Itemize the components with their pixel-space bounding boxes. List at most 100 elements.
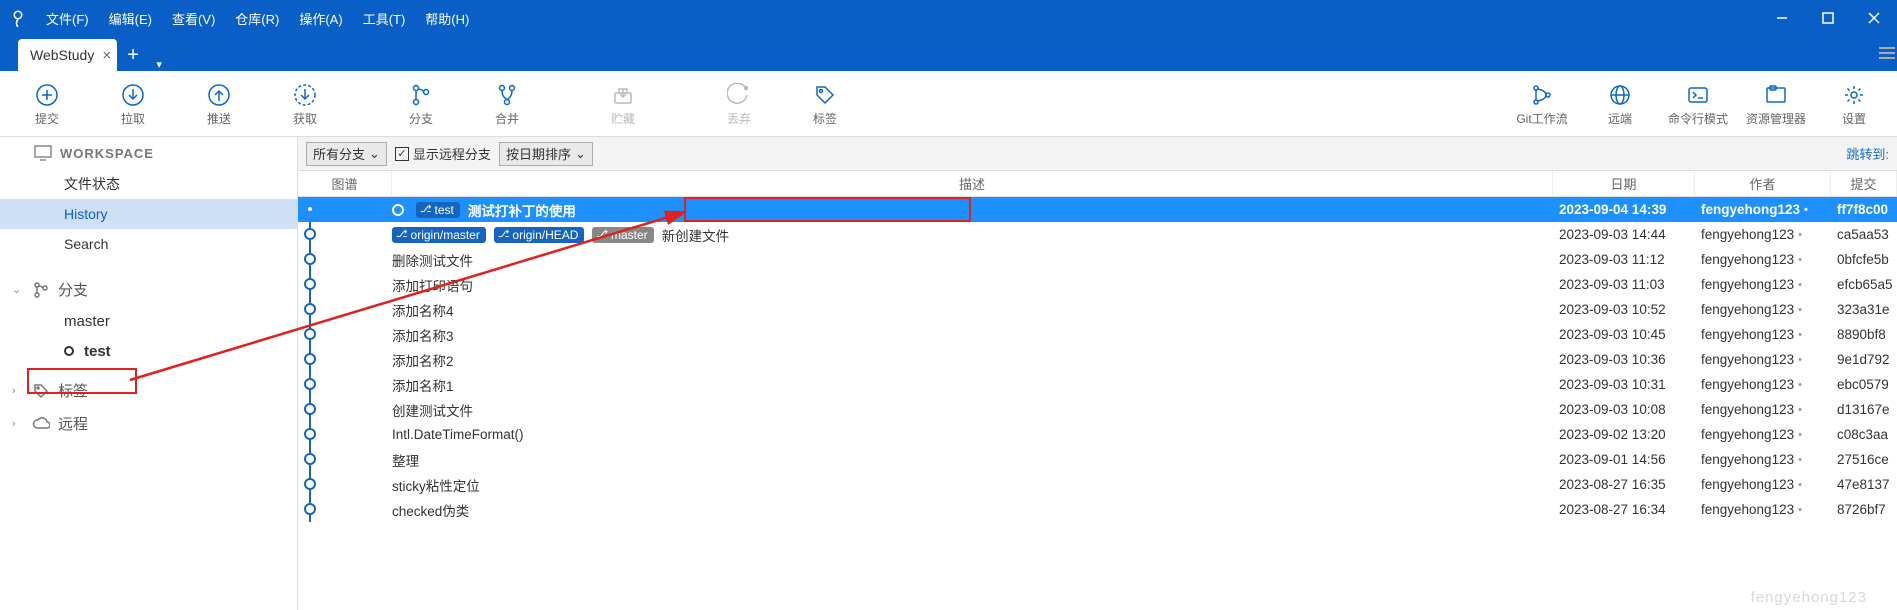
branch-tag: ⎇origin/HEAD	[494, 227, 585, 243]
menu-view[interactable]: 查看(V)	[162, 0, 225, 36]
commit-row[interactable]: 创建测试文件2023-09-03 10:08fengyehong123•d131…	[298, 397, 1897, 422]
menu-tool[interactable]: 工具(T)	[353, 0, 416, 36]
menu-action[interactable]: 操作(A)	[289, 0, 352, 36]
commit-row[interactable]: 删除测试文件2023-09-03 11:12fengyehong123•0bfc…	[298, 247, 1897, 272]
commit-date: 2023-09-03 10:52	[1553, 302, 1695, 317]
commit-row[interactable]: checked伪类2023-08-27 16:34fengyehong123•8…	[298, 497, 1897, 522]
commit-message: 创建测试文件	[392, 400, 473, 420]
pull-button[interactable]: 拉取	[90, 71, 176, 137]
current-branch-dot	[64, 346, 74, 356]
branch-icon	[32, 281, 50, 299]
commit-row[interactable]: 添加名称22023-09-03 10:36fengyehong123•9e1d7…	[298, 347, 1897, 372]
commit-author: fengyehong123•	[1695, 327, 1831, 342]
graph-node	[304, 453, 316, 465]
main-panel: 图谱 描述 日期 作者 提交 ⎇test测试打补丁的使用2023-09-04 1…	[298, 137, 1897, 610]
remote-button[interactable]: 远端	[1581, 71, 1659, 137]
stash-button[interactable]: 贮藏	[580, 71, 666, 137]
commit-message: 添加名称1	[392, 375, 454, 395]
tag-icon	[32, 382, 50, 400]
head-indicator	[392, 204, 404, 216]
commit-date: 2023-09-02 13:20	[1553, 427, 1695, 442]
header-desc[interactable]: 描述	[392, 171, 1553, 196]
commit-row[interactable]: 整理2023-09-01 14:56fengyehong123•27516ce	[298, 447, 1897, 472]
commit-message: 删除测试文件	[392, 250, 473, 270]
commit-author: fengyehong123•	[1695, 252, 1831, 267]
commit-row[interactable]: 添加名称32023-09-03 10:45fengyehong123•8890b…	[298, 322, 1897, 347]
sort-select[interactable]: 按日期排序⌄	[499, 142, 593, 166]
graph-node	[304, 353, 316, 365]
show-remote-checkbox[interactable]: ✓显示远程分支	[395, 144, 491, 163]
table-header: 图谱 描述 日期 作者 提交	[298, 171, 1897, 197]
sidebar-tags-group[interactable]: › 标签	[0, 374, 297, 407]
header-date[interactable]: 日期	[1553, 171, 1695, 196]
branch-tag: ⎇test	[416, 202, 460, 218]
header-author[interactable]: 作者	[1695, 171, 1831, 196]
monitor-icon	[34, 145, 52, 161]
commit-author: fengyehong123•	[1695, 377, 1831, 392]
fetch-button[interactable]: 获取	[262, 71, 348, 137]
commit-hash: 8726bf7	[1831, 502, 1897, 517]
commit-row[interactable]: 添加名称42023-09-03 10:52fengyehong123•323a3…	[298, 297, 1897, 322]
menu-file[interactable]: 文件(F)	[36, 0, 99, 36]
chevron-right-icon: ›	[12, 418, 24, 430]
commit-hash: c08c3aa	[1831, 427, 1897, 442]
header-commit[interactable]: 提交	[1831, 171, 1897, 196]
branch-button[interactable]: 分支	[378, 71, 464, 137]
terminal-button[interactable]: 命令行模式	[1659, 71, 1737, 137]
commit-list: ⎇test测试打补丁的使用2023-09-04 14:39fengyehong1…	[298, 197, 1897, 522]
sidebar-remotes-group[interactable]: › 远程	[0, 407, 297, 440]
graph-node	[304, 478, 316, 490]
close-button[interactable]	[1851, 0, 1897, 36]
commit-author: fengyehong123•	[1695, 427, 1831, 442]
commit-date: 2023-09-01 14:56	[1553, 452, 1695, 467]
new-tab-button[interactable]: +	[117, 39, 149, 71]
push-button[interactable]: 推送	[176, 71, 262, 137]
settings-button[interactable]: 设置	[1815, 71, 1893, 137]
commit-row[interactable]: ⎇origin/master⎇origin/HEAD⎇master新创建文件20…	[298, 222, 1897, 247]
minimize-button[interactable]	[1759, 0, 1805, 36]
graph-node	[304, 403, 316, 415]
commit-message: 添加名称3	[392, 325, 454, 345]
commit-author: fengyehong123•	[1695, 227, 1831, 242]
header-graph[interactable]: 图谱	[298, 171, 392, 196]
commit-date: 2023-09-03 11:12	[1553, 252, 1695, 267]
gitflow-button[interactable]: Git工作流	[1503, 71, 1581, 137]
commit-row[interactable]: ⎇test测试打补丁的使用2023-09-04 14:39fengyehong1…	[298, 197, 1897, 222]
tab-dropdown[interactable]: ▾	[149, 58, 169, 71]
sidebar-branches-group[interactable]: ⌄ 分支	[0, 273, 297, 306]
jump-to-link[interactable]: 跳转到:	[1846, 144, 1889, 163]
sidebar-history[interactable]: History	[0, 199, 297, 229]
commit-hash: efcb65a5	[1831, 277, 1897, 292]
sidebar-file-status[interactable]: 文件状态	[0, 169, 297, 199]
commit-message: 整理	[392, 450, 419, 470]
commit-author: fengyehong123•	[1695, 502, 1831, 517]
filter-bar: 所有分支⌄ ✓显示远程分支 按日期排序⌄ 跳转到:	[298, 137, 1897, 171]
repo-tab[interactable]: WebStudy ×	[18, 39, 117, 71]
commit-date: 2023-09-03 10:08	[1553, 402, 1695, 417]
tag-button[interactable]: 标签	[782, 71, 868, 137]
hamburger-icon[interactable]	[1879, 46, 1895, 65]
merge-button[interactable]: 合并	[464, 71, 550, 137]
menu-edit[interactable]: 编辑(E)	[99, 0, 162, 36]
commit-row[interactable]: sticky粘性定位2023-08-27 16:35fengyehong123•…	[298, 472, 1897, 497]
commit-date: 2023-09-03 14:44	[1553, 227, 1695, 242]
menu-repo[interactable]: 仓库(R)	[225, 0, 289, 36]
discard-button[interactable]: 丢弃	[696, 71, 782, 137]
menu-help[interactable]: 帮助(H)	[415, 0, 479, 36]
branch-master[interactable]: master	[0, 306, 297, 336]
commit-hash: 47e8137	[1831, 477, 1897, 492]
explorer-button[interactable]: 资源管理器	[1737, 71, 1815, 137]
graph-node	[304, 228, 316, 240]
commit-button[interactable]: 提交	[4, 71, 90, 137]
graph-node	[304, 428, 316, 440]
maximize-button[interactable]	[1805, 0, 1851, 36]
tab-close-icon[interactable]: ×	[102, 47, 111, 64]
branch-filter-select[interactable]: 所有分支⌄	[306, 142, 387, 166]
commit-row[interactable]: 添加打印语句2023-09-03 11:03fengyehong123•efcb…	[298, 272, 1897, 297]
commit-author: fengyehong123•	[1695, 477, 1831, 492]
branch-test[interactable]: test	[0, 336, 297, 366]
commit-row[interactable]: Intl.DateTimeFormat()2023-09-02 13:20fen…	[298, 422, 1897, 447]
commit-message: 新创建文件	[662, 225, 730, 245]
sidebar-search[interactable]: Search	[0, 229, 297, 259]
commit-row[interactable]: 添加名称12023-09-03 10:31fengyehong123•ebc05…	[298, 372, 1897, 397]
